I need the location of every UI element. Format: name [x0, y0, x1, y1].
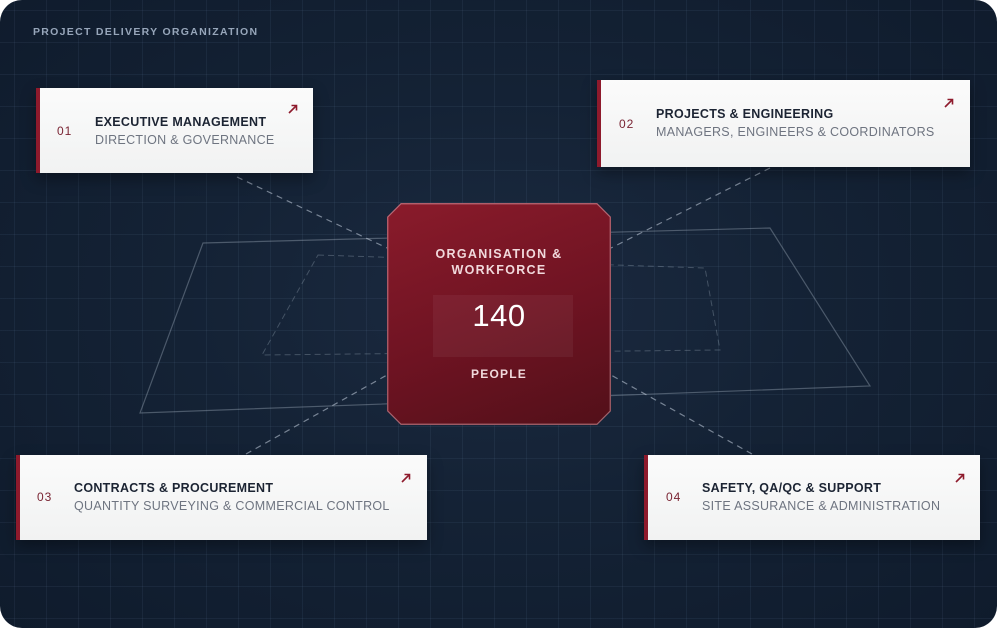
arrow-up-right-icon[interactable]	[287, 103, 299, 115]
card-number: 04	[666, 490, 682, 504]
hub-value: 140	[472, 298, 526, 333]
card-title: SAFETY, QA/QC & SUPPORT	[702, 481, 882, 495]
arrow-up-right-icon[interactable]	[954, 472, 966, 484]
org-diagram-canvas: PROJECT DELIVERY ORGANIZATION 01 EXECUTI…	[0, 0, 997, 628]
card-number: 03	[37, 490, 53, 504]
card-executive-management[interactable]: 01 EXECUTIVE MANAGEMENT DIRECTION & GOVE…	[36, 88, 313, 173]
arrow-up-right-icon[interactable]	[400, 472, 412, 484]
card-projects-engineering[interactable]: 02 PROJECTS & ENGINEERING MANAGERS, ENGI…	[597, 80, 970, 167]
card-number: 01	[57, 124, 73, 138]
connector-01	[236, 176, 388, 249]
card-subtitle: QUANTITY SURVEYING & COMMERCIAL CONTROL	[74, 499, 390, 513]
card-title: CONTRACTS & PROCUREMENT	[74, 481, 274, 495]
card-title: EXECUTIVE MANAGEMENT	[95, 115, 267, 129]
workforce-hub: ORGANISATION & WORKFORCE 140 PEOPLE	[387, 203, 611, 425]
connector-03	[245, 374, 388, 455]
card-subtitle: SITE ASSURANCE & ADMINISTRATION	[702, 499, 941, 513]
card-contracts-procurement[interactable]: 03 CONTRACTS & PROCUREMENT QUANTITY SURV…	[16, 455, 427, 540]
card-title: PROJECTS & ENGINEERING	[656, 107, 834, 121]
hub-label: ORGANISATION & WORKFORCE	[435, 247, 563, 277]
card-subtitle: MANAGERS, ENGINEERS & COORDINATORS	[656, 125, 935, 139]
arrow-up-right-icon[interactable]	[943, 97, 955, 109]
card-safety-qaqc-support[interactable]: 04 SAFETY, QA/QC & SUPPORT SITE ASSURANC…	[644, 455, 980, 540]
card-subtitle: DIRECTION & GOVERNANCE	[95, 133, 275, 147]
connector-04	[610, 374, 753, 455]
connector-02	[610, 167, 771, 249]
card-number: 02	[619, 117, 635, 131]
hub-unit: PEOPLE	[471, 367, 527, 381]
